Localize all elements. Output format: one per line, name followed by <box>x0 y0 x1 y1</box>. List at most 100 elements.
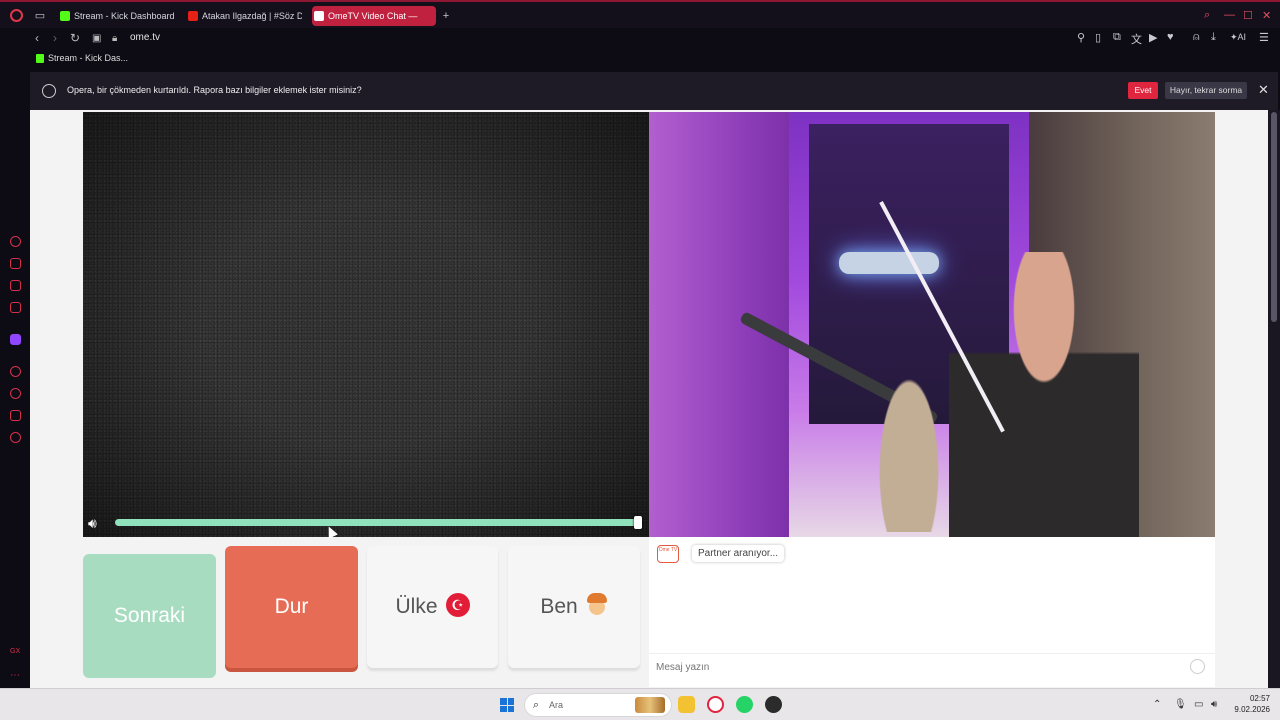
youtube-icon <box>188 11 198 21</box>
reload-icon[interactable]: ↻ <box>70 31 80 45</box>
workspaces-icon[interactable]: ▭ <box>34 10 46 22</box>
bookmarks-bar: Stream - Kick Das... <box>0 50 1280 68</box>
settings-icon[interactable] <box>10 432 21 443</box>
browser-window: ▭ Stream - Kick Dashboard Atakan Ilgazda… <box>0 0 1280 688</box>
tab-snap-icon[interactable]: ⧉ <box>1113 31 1121 44</box>
pin-icon[interactable]: ⚲ <box>1077 31 1085 44</box>
tab-label: OmeTV Video Chat — <box>328 11 418 21</box>
message-input[interactable] <box>656 659 1176 675</box>
dont-ask-again-button[interactable]: Hayır, tekrar sorma <box>1165 82 1247 99</box>
search-highlight-image <box>635 697 665 713</box>
ometv-logo: Ome TV <box>657 545 679 563</box>
tab-label: Atakan Ilgazdağ | #Söz D <box>202 11 302 21</box>
kick-icon <box>36 54 44 63</box>
obs-icon[interactable] <box>765 696 782 713</box>
partner-video <box>83 112 649 537</box>
infobar-message: Opera, bir çökmeden kurtarıldı. Rapora b… <box>67 85 362 95</box>
forward-icon[interactable]: › <box>53 31 57 45</box>
windows-start-icon[interactable] <box>500 698 514 712</box>
play-icon[interactable]: ▶ <box>1149 31 1157 44</box>
stop-button[interactable]: Dur <box>225 546 358 668</box>
twitch-icon[interactable] <box>10 334 21 345</box>
snapshot-icon[interactable]: ▣ <box>92 33 101 44</box>
message-box <box>649 653 1215 679</box>
minimize-icon[interactable]: — <box>1224 9 1235 21</box>
tab-youtube[interactable]: Atakan Ilgazdağ | #Söz D <box>186 6 302 26</box>
gx-icon[interactable]: GX <box>10 648 21 659</box>
volume-slider-handle[interactable] <box>634 516 642 529</box>
opera-aria-icon[interactable] <box>10 236 21 247</box>
lock-icon: 🔒︎ <box>112 33 118 44</box>
bookmark-label: Stream - Kick Das... <box>48 53 129 63</box>
video-person <box>949 252 1139 537</box>
status-message: Partner aranıyor... <box>692 545 785 562</box>
emoji-picker-icon[interactable] <box>1190 659 1205 674</box>
search-icon: ⌕ <box>533 699 540 711</box>
player-icon[interactable] <box>10 366 21 377</box>
me-button[interactable]: Ben <box>508 546 640 668</box>
microphone-icon[interactable]: 🎙︎ <box>1174 699 1187 710</box>
self-video <box>649 112 1215 537</box>
country-button[interactable]: Ülke ☪ <box>367 546 498 668</box>
clock-time: 02:57 <box>1249 694 1270 703</box>
next-button[interactable]: Sonraki <box>83 554 216 678</box>
turkey-flag-icon: ☪ <box>445 593 470 618</box>
extensions-icon[interactable] <box>10 258 21 269</box>
bookmark-icon[interactable]: ▯ <box>1095 31 1101 44</box>
opera-sidebar: GX ⋯ <box>0 110 30 688</box>
chat-panel: Ome TV Partner aranıyor... <box>649 537 1215 687</box>
translate-icon[interactable]: 文 <box>1131 31 1142 47</box>
file-explorer-icon[interactable] <box>678 696 695 713</box>
windows-taskbar: ⌕ Ara ⌃ 🎙︎ ▭ 🔊︎ 02:57 9.02.2026 <box>0 688 1280 720</box>
opera-taskbar-icon[interactable] <box>707 696 724 713</box>
download-icon[interactable]: ⤓ <box>1211 31 1216 44</box>
boy-emoji-icon <box>586 593 608 617</box>
video-neon-sign <box>839 252 939 274</box>
ometv-page: 🔊︎ Sonraki Dur Ülke ☪ Ben Ome TV Partner … <box>30 110 1268 688</box>
tab-bar: ▭ Stream - Kick Dashboard Atakan Ilgazda… <box>0 0 1280 28</box>
kick-icon <box>60 11 70 21</box>
tray-overflow-icon[interactable]: ⌃ <box>1153 699 1161 710</box>
clock-date: 9.02.2026 <box>1234 705 1270 714</box>
pinboard-icon[interactable] <box>10 410 21 421</box>
maximize-icon[interactable]: ☐ <box>1243 9 1253 22</box>
close-window-icon[interactable]: ✕ <box>1262 9 1271 22</box>
menu-icon[interactable]: ☰ <box>1259 31 1269 44</box>
more-icon[interactable]: ⋯ <box>10 670 21 681</box>
me-label: Ben <box>540 595 578 618</box>
country-label: Ülke <box>395 595 438 618</box>
network-icon[interactable]: ▭ <box>1194 699 1203 710</box>
tab-kick-dashboard[interactable]: Stream - Kick Dashboard <box>58 6 184 26</box>
ometv-icon <box>314 11 324 21</box>
crash-recovery-infobar: Opera, bir çökmeden kurtarıldı. Rapora b… <box>30 72 1278 110</box>
page-scrollbar[interactable] <box>1268 110 1280 688</box>
yes-button[interactable]: Evet <box>1128 82 1158 99</box>
video-vignette <box>83 112 649 537</box>
close-infobar-icon[interactable]: ✕ <box>1258 82 1269 98</box>
video-violin <box>864 332 954 532</box>
back-icon[interactable]: ‹ <box>35 31 39 45</box>
account-icon[interactable]: ⍝ <box>1193 31 1200 44</box>
volume-slider[interactable] <box>115 516 642 529</box>
opera-info-icon <box>42 84 56 98</box>
search-tabs-icon[interactable]: ⌕ <box>1204 9 1210 22</box>
aria-ai-icon[interactable]: ✦AI <box>1230 32 1246 43</box>
address-bar: ‹ › ↻ ▣ 🔒︎ ome.tv ⚲ ▯ ⧉ 文 ▶ ♥ ⍝ ⤓ ✦AI ☰ <box>0 28 1280 50</box>
volume-icon[interactable]: 🔊︎ <box>88 515 97 532</box>
messenger-icon[interactable] <box>10 280 21 291</box>
search-placeholder: Ara <box>549 700 564 710</box>
history-icon[interactable] <box>10 388 21 399</box>
tab-label: Stream - Kick Dashboard <box>74 11 175 21</box>
bookmark-kick[interactable]: Stream - Kick Das... <box>36 53 128 63</box>
taskbar-clock[interactable]: 02:57 9.02.2026 <box>1232 693 1270 715</box>
opera-menu-icon[interactable] <box>10 9 23 22</box>
tab-ometv[interactable]: OmeTV Video Chat — <box>312 6 436 26</box>
scrollbar-thumb[interactable] <box>1271 112 1277 322</box>
instagram-icon[interactable] <box>10 302 21 313</box>
heart-icon[interactable]: ♥ <box>1167 31 1174 43</box>
speaker-icon[interactable]: 🔊︎ <box>1211 699 1217 710</box>
whatsapp-icon[interactable] <box>736 696 753 713</box>
new-tab-icon[interactable]: + <box>440 10 452 22</box>
url-field[interactable]: ome.tv <box>130 32 160 43</box>
taskbar-search[interactable]: ⌕ Ara <box>524 693 672 717</box>
